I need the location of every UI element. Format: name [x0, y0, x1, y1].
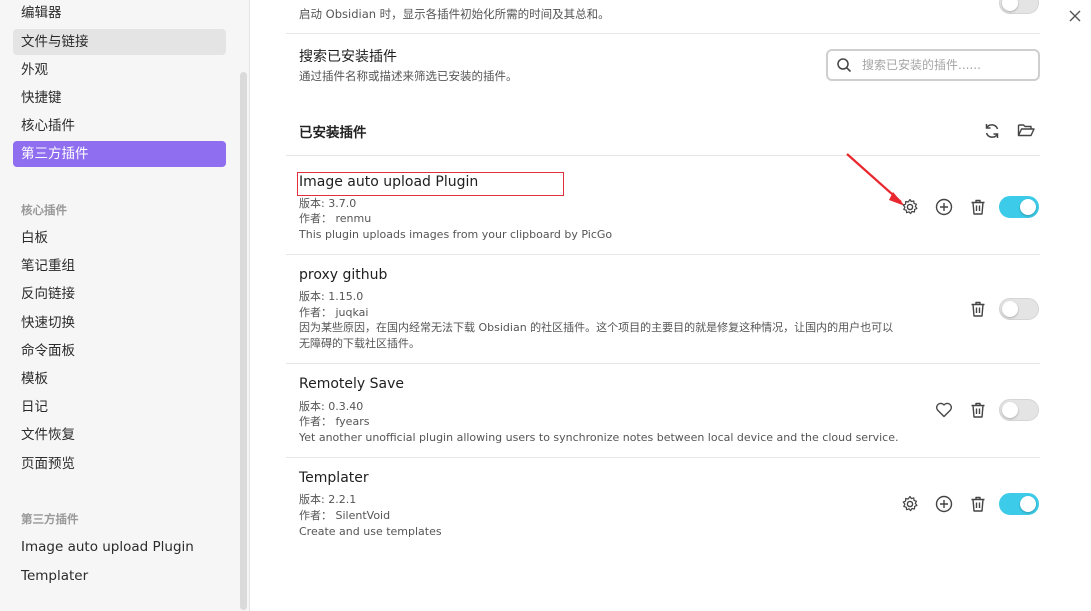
gear-icon[interactable]: [900, 197, 920, 217]
gear-icon[interactable]: [900, 494, 920, 514]
heart-icon[interactable]: [934, 400, 954, 420]
plugin-version: 版本: 0.3.40: [299, 400, 364, 413]
plugin-description-line2: 无障碍的下载社区插件。: [299, 337, 420, 350]
divider: [286, 33, 1040, 34]
installed-plugins-heading: 已安装插件: [299, 125, 367, 141]
sidebar-item-templates[interactable]: 模板: [13, 366, 226, 392]
settings-content: 启动 Obsidian 时，显示各插件初始化所需的时间及其总和。 搜索已安装插件…: [251, 0, 1091, 611]
divider: [286, 363, 1040, 364]
plugin-name: Image auto upload Plugin: [299, 174, 479, 190]
startup-time-toggle[interactable]: [999, 0, 1039, 14]
sidebar-item-hotkeys[interactable]: 快捷键: [13, 85, 226, 111]
plugin-description: 因为某些原因，在国内经常无法下载 Obsidian 的社区插件。这个项目的主要目…: [299, 321, 894, 334]
plugin-enable-toggle[interactable]: [999, 493, 1039, 515]
sidebar-item-file-recovery[interactable]: 文件恢复: [13, 422, 226, 448]
plugin-name: Templater: [299, 470, 369, 486]
sidebar-item-canvas[interactable]: 白板: [13, 225, 226, 251]
search-input[interactable]: [862, 56, 1032, 74]
plugin-enable-toggle[interactable]: [999, 399, 1039, 421]
plugin-name: proxy github: [299, 267, 388, 283]
plugin-description: Yet another unofficial plugin allowing u…: [299, 431, 899, 444]
close-icon[interactable]: [1067, 8, 1083, 24]
reload-icon[interactable]: [982, 121, 1002, 141]
divider: [286, 254, 1040, 255]
search-icon: [836, 57, 852, 73]
plugin-enable-toggle[interactable]: [999, 298, 1039, 320]
sidebar-scrollbar[interactable]: [240, 72, 247, 610]
sidebar-item-files-links[interactable]: 文件与链接: [13, 29, 226, 55]
sidebar-item-templater[interactable]: Templater: [13, 563, 226, 589]
search-plugins-title: 搜索已安装插件: [299, 49, 397, 65]
folder-open-icon[interactable]: [1016, 120, 1036, 140]
plugin-description: Create and use templates: [299, 525, 442, 538]
sidebar-item-daily-notes[interactable]: 日记: [13, 394, 226, 420]
trash-icon[interactable]: [968, 400, 988, 420]
search-plugins-field[interactable]: [826, 49, 1040, 81]
plugin-author: 作者： SilentVoid: [299, 509, 391, 522]
sidebar-item-appearance[interactable]: 外观: [13, 57, 226, 83]
plugin-enable-toggle[interactable]: [999, 196, 1039, 218]
trash-icon[interactable]: [968, 299, 988, 319]
startup-time-desc: 启动 Obsidian 时，显示各插件初始化所需的时间及其总和。: [299, 7, 610, 21]
sidebar-item-backlinks[interactable]: 反向链接: [13, 281, 226, 307]
add-hotkey-icon[interactable]: [934, 494, 954, 514]
sidebar-item-note-composer[interactable]: 笔记重组: [13, 253, 226, 279]
plugin-name: Remotely Save: [299, 376, 405, 392]
sidebar-item-editor[interactable]: 编辑器: [13, 0, 226, 26]
sidebar-item-command-palette[interactable]: 命令面板: [13, 338, 226, 364]
trash-icon[interactable]: [968, 197, 988, 217]
sidebar-heading-community: 第三方插件: [21, 512, 79, 526]
sidebar-item-quick-switcher[interactable]: 快速切换: [13, 310, 226, 336]
add-hotkey-icon[interactable]: [934, 197, 954, 217]
divider: [286, 155, 1040, 156]
sidebar-item-page-preview[interactable]: 页面预览: [13, 451, 226, 477]
divider: [286, 457, 1040, 458]
plugin-version: 版本: 3.7.0: [299, 197, 357, 210]
plugin-author: 作者： fyears: [299, 415, 370, 428]
search-plugins-desc: 通过插件名称或描述来筛选已安装的插件。: [299, 69, 518, 83]
settings-sidebar: 编辑器 文件与链接 外观 快捷键 核心插件 第三方插件 核心插件 白板 笔记重组…: [0, 0, 250, 611]
plugin-description: This plugin uploads images from your cli…: [299, 228, 613, 241]
plugin-version: 版本: 2.2.1: [299, 493, 357, 506]
sidebar-item-image-auto-upload[interactable]: Image auto upload Plugin: [13, 534, 226, 560]
plugin-author: 作者： juqkai: [299, 306, 369, 319]
plugin-version: 版本: 1.15.0: [299, 290, 364, 303]
plugin-author: 作者： renmu: [299, 212, 372, 225]
trash-icon[interactable]: [968, 494, 988, 514]
sidebar-heading-core: 核心插件: [21, 203, 67, 217]
sidebar-item-community-plugins[interactable]: 第三方插件: [13, 141, 226, 167]
sidebar-item-core-plugins[interactable]: 核心插件: [13, 113, 226, 139]
